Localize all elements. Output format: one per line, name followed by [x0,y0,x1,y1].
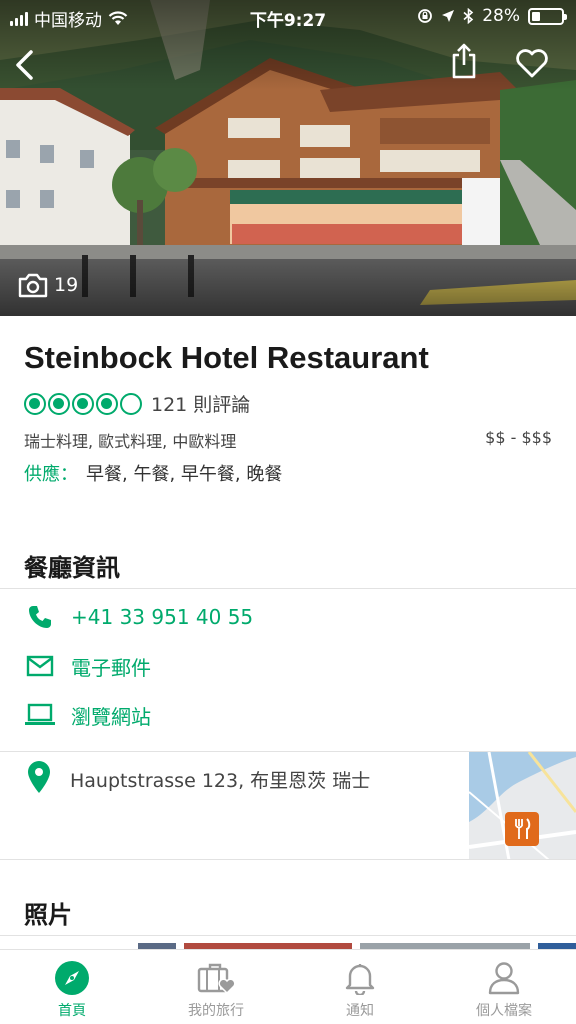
back-button[interactable] [4,45,44,85]
restaurant-marker-icon [505,812,539,846]
location-arrow-icon [442,10,455,22]
compass-icon [55,961,89,995]
battery-percent: 28% [482,6,520,26]
camera-icon [18,273,48,298]
status-bar: 中国移动 下午9:27 28% [0,0,576,34]
tab-notifications-label: 通知 [346,1003,374,1019]
tab-bar: 首頁 我的旅行 通知 個人檔案 [0,949,576,1024]
hotel-photo [0,0,576,316]
battery-icon [528,7,567,25]
chevron-left-icon [16,50,33,80]
suitcase-heart-icon [197,963,235,995]
rotation-lock-icon [418,9,433,23]
tab-profile[interactable]: 個人檔案 [432,950,576,1024]
tab-home-label: 首頁 [58,1003,86,1019]
rating-bubble-filled [72,392,94,415]
restaurant-name: Steinbock Hotel Restaurant [24,340,429,375]
cuisine-list: 瑞士料理, 歐式料理, 中歐料理 [24,432,237,451]
review-count[interactable]: 121 則評論 [151,390,250,417]
fork-knife-icon [515,818,531,839]
person-icon [488,962,520,995]
heart-icon [516,49,548,78]
share-button[interactable] [444,41,484,81]
tab-notifications[interactable]: 通知 [288,950,432,1024]
price-range: $$ - $$$ [485,428,552,447]
rating-bubble-filled [24,392,46,415]
save-heart-button[interactable] [512,44,552,84]
meals-served-label: 供應： [24,464,78,485]
tab-my-trips-label: 我的旅行 [188,1003,244,1019]
bell-icon [345,964,375,995]
address-text[interactable]: Hauptstrasse 123, 布里恩茨 瑞士 [70,766,370,793]
share-icon [452,43,476,79]
rating-bubbles [24,392,144,415]
website-label[interactable]: 瀏覽網站 [71,701,151,730]
rating-bubble-filled [96,392,118,415]
map-thumbnail[interactable] [469,752,576,860]
tab-my-trips[interactable]: 我的旅行 [144,950,288,1024]
laptop-icon [25,703,55,725]
divider [0,588,576,589]
website-link[interactable]: 瀏覽網站 [24,698,151,732]
meals-served-value: 早餐, 午餐, 早午餐, 晚餐 [86,464,283,485]
photo-count-value: 19 [54,274,79,296]
phone-link[interactable]: +41 33 951 40 55 [24,600,253,634]
mail-icon [26,655,54,677]
bluetooth-icon [463,8,474,24]
rating-bubble-empty [120,392,142,415]
phone-number[interactable]: +41 33 951 40 55 [71,605,253,629]
rating-bubble-filled [48,392,70,415]
meals-served: 供應： 早餐, 午餐, 早午餐, 晚餐 [24,460,282,486]
tab-profile-label: 個人檔案 [476,1003,532,1019]
email-link[interactable]: 電子郵件 [24,649,151,683]
email-label[interactable]: 電子郵件 [71,652,151,681]
photo-count[interactable]: 19 [18,272,78,298]
map-pin-icon [28,761,50,793]
address-row[interactable]: Hauptstrasse 123, 布里恩茨 瑞士 [24,760,370,794]
divider [0,935,576,936]
section-title-restaurant-info: 餐廳資訊 [24,554,120,582]
phone-icon [29,606,51,628]
section-title-photos: 照片 [24,901,72,929]
rating-row[interactable]: 121 則評論 [24,390,250,417]
hero-photo[interactable]: 中国移动 下午9:27 28% 19 [0,0,576,316]
divider [0,859,576,860]
tab-home[interactable]: 首頁 [0,950,144,1024]
